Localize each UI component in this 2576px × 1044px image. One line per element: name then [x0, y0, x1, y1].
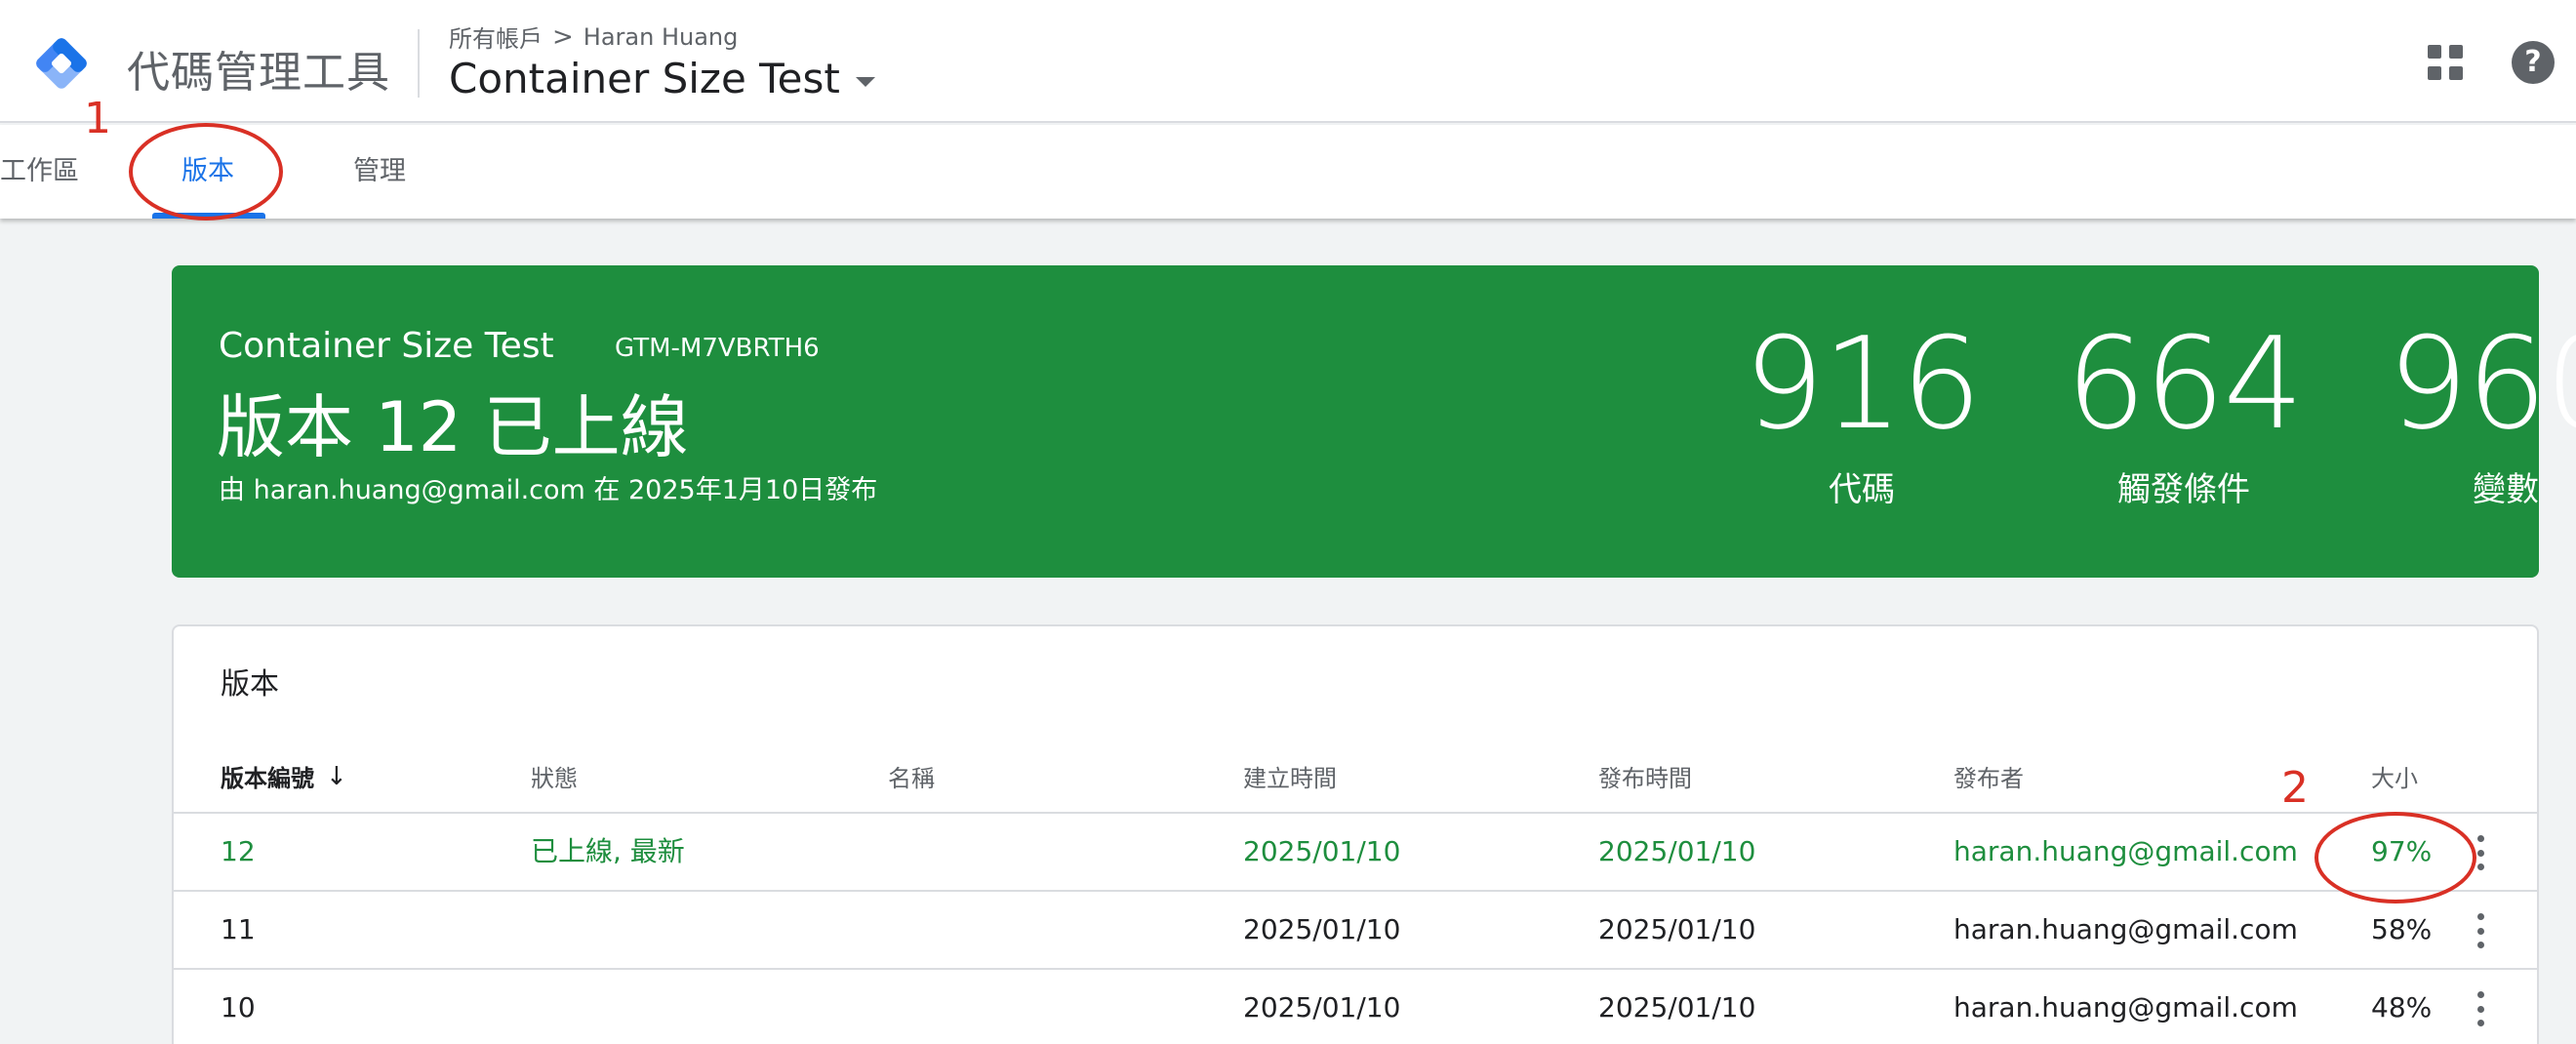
annotation-number-1: 1: [84, 94, 111, 143]
stat-variables[interactable]: 960 變數: [2379, 310, 2576, 510]
sort-descending-icon: ↓: [326, 761, 347, 791]
apps-grid-icon[interactable]: [2428, 45, 2463, 80]
stat-tags[interactable]: 916 代碼: [1735, 310, 1989, 510]
cell-published: 2025/01/10: [1598, 913, 1756, 945]
stat-tags-label: 代碼: [1829, 470, 1895, 509]
tab-bar: 工作區 版本 管理: [0, 125, 2576, 219]
container-name: Container Size Test: [449, 55, 840, 102]
table-row[interactable]: 10 2025/01/10 2025/01/10 haran.huang@gma…: [174, 968, 2537, 1044]
tab-workspace[interactable]: 工作區: [0, 125, 79, 219]
column-header-name: 名稱: [888, 765, 935, 792]
stat-triggers-count: 664: [2065, 309, 2304, 458]
published-by-line: 由 haran.huang@gmail.com 在 2025年1月10日發布: [219, 475, 878, 505]
annotation-circle-2: [2314, 812, 2476, 903]
breadcrumb-separator-icon: >: [552, 21, 574, 52]
summary-container-name: Container Size Test: [219, 326, 554, 366]
cell-created: 2025/01/10: [1243, 991, 1401, 1024]
cell-published: 2025/01/10: [1598, 991, 1756, 1024]
column-header-published: 發布時間: [1598, 765, 1692, 792]
cell-publisher: haran.huang@gmail.com: [1953, 835, 2298, 867]
table-row[interactable]: 11 2025/01/10 2025/01/10 haran.huang@gma…: [174, 890, 2537, 968]
row-more-menu-icon[interactable]: [2475, 913, 2486, 948]
column-header-created: 建立時間: [1243, 765, 1337, 792]
breadcrumb-all-accounts[interactable]: 所有帳戶: [449, 20, 543, 54]
row-more-menu-icon[interactable]: [2475, 991, 2486, 1026]
cell-version-number: 12: [221, 835, 256, 867]
breadcrumb: 所有帳戶 > Haran Huang: [449, 20, 738, 54]
stat-triggers-label: 觸發條件: [2117, 470, 2250, 509]
container-id: GTM-M7VBRTH6: [615, 334, 820, 363]
column-header-publisher: 發布者: [1953, 765, 2024, 792]
stat-triggers[interactable]: 664 觸發條件: [2057, 310, 2311, 510]
cell-version-number: 10: [221, 991, 256, 1024]
cell-created: 2025/01/10: [1243, 835, 1401, 867]
stat-variables-count: 960: [2387, 309, 2576, 458]
stat-tags-count: 916: [1743, 309, 1982, 458]
container-selector[interactable]: Container Size Test: [449, 55, 875, 102]
help-icon[interactable]: ?: [2512, 41, 2555, 84]
product-name: 代碼管理工具: [127, 48, 390, 98]
annotation-circle-1: [129, 123, 283, 221]
annotation-number-2: 2: [2281, 763, 2309, 813]
versions-table-card: 版本 版本編號 ↓ 狀態 名稱 建立時間 發布時間 發布者 大小 12 已上線,…: [172, 624, 2539, 1044]
column-header-status: 狀態: [531, 765, 578, 792]
stat-variables-label: 變數: [2473, 470, 2539, 509]
cell-created: 2025/01/10: [1243, 913, 1401, 945]
column-header-version-number[interactable]: 版本編號 ↓: [221, 759, 347, 793]
tab-admin[interactable]: 管理: [353, 125, 406, 219]
cell-published: 2025/01/10: [1598, 835, 1756, 867]
live-version-title: 版本 12 已上線: [217, 387, 689, 467]
cell-size: 48%: [2371, 991, 2433, 1024]
live-version-summary-card: Container Size Test GTM-M7VBRTH6 版本 12 已…: [172, 265, 2576, 578]
row-more-menu-icon[interactable]: [2475, 835, 2486, 870]
cell-status: 已上線, 最新: [531, 835, 685, 867]
breadcrumb-account[interactable]: Haran Huang: [584, 23, 739, 51]
column-header-size: 大小: [2371, 765, 2418, 792]
cell-publisher: haran.huang@gmail.com: [1953, 991, 2298, 1024]
cell-publisher: haran.huang@gmail.com: [1953, 913, 2298, 945]
tag-manager-logo-icon[interactable]: [29, 31, 94, 96]
dropdown-caret-icon: [855, 76, 875, 87]
top-app-bar: 代碼管理工具 所有帳戶 > Haran Huang Container Size…: [0, 0, 2576, 123]
column-header-version-number-label: 版本編號: [221, 765, 314, 792]
table-row[interactable]: 12 已上線, 最新 2025/01/10 2025/01/10 haran.h…: [174, 812, 2537, 890]
versions-card-title: 版本: [221, 667, 279, 702]
header-divider: [418, 29, 420, 98]
cell-version-number: 11: [221, 913, 256, 945]
